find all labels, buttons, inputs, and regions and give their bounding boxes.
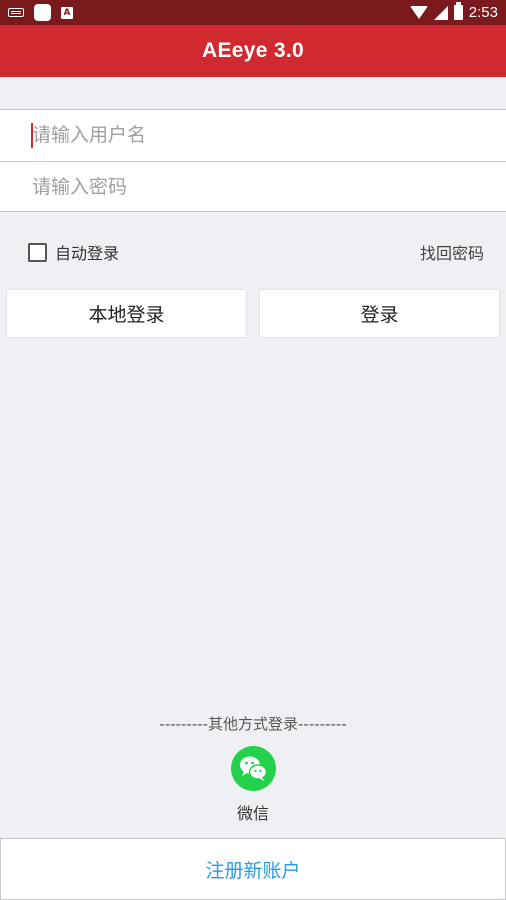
login-options: 自动登录 找回密码: [0, 235, 506, 267]
username-row: [0, 110, 506, 160]
app-square-icon: [34, 4, 51, 21]
wechat-label: 微信: [236, 804, 269, 823]
local-login-button[interactable]: 本地登录: [6, 289, 247, 338]
login-form: [0, 109, 506, 212]
status-time: 2:53: [468, 4, 498, 21]
login-button[interactable]: 登录: [259, 289, 500, 338]
status-bar: A 2:53: [0, 0, 506, 25]
wechat-icon: [240, 756, 268, 781]
keyboard-icon: [8, 8, 24, 17]
status-bar-notifications: A: [8, 4, 73, 21]
password-input[interactable]: [32, 175, 472, 198]
forgot-password-link[interactable]: 找回密码: [420, 240, 484, 264]
other-login-divider: ---------其他方式登录---------: [159, 715, 347, 733]
auto-login-toggle[interactable]: 自动登录: [28, 240, 119, 264]
text-a-icon: A: [61, 6, 73, 19]
auto-login-label: 自动登录: [55, 244, 120, 263]
login-screen: A 2:53 AEeye 3.0 自动登录 找回密码 本地登录 登录 -----…: [0, 0, 506, 900]
text-cursor: [31, 123, 33, 148]
wechat-login-button[interactable]: [231, 746, 276, 791]
app-bar: AEeye 3.0: [0, 25, 506, 77]
password-row: [0, 161, 506, 211]
auto-login-checkbox[interactable]: [28, 242, 47, 262]
battery-icon: [453, 2, 463, 20]
register-account-button[interactable]: 注册新账户: [0, 838, 506, 900]
app-title: AEeye 3.0: [202, 39, 304, 62]
wifi-icon: [409, 6, 428, 19]
username-input[interactable]: [32, 124, 472, 146]
status-bar-system: 2:53: [409, 2, 498, 21]
signal-icon: [433, 5, 448, 20]
